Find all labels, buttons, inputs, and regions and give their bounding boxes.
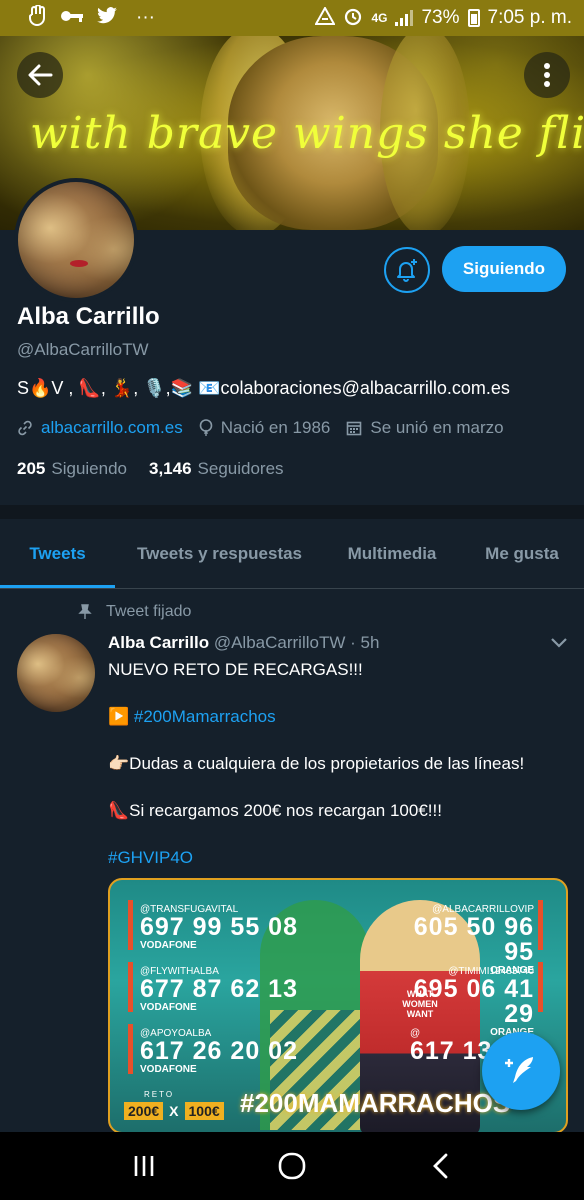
media-number: 697 99 55 08 (140, 913, 298, 941)
media-operator: VODAFONE (140, 1002, 197, 1013)
alarm-icon (343, 6, 363, 30)
battery-percent: 73% (421, 7, 460, 28)
profile-stats: 205 Siguiendo 3,146 Seguidores (17, 459, 284, 479)
system-navigation-bar (0, 1132, 584, 1200)
avatar-hair (18, 182, 134, 298)
media-number: 695 06 41 29 (413, 975, 534, 1028)
following-count: 205 (17, 459, 46, 478)
twitter-icon (96, 7, 118, 29)
profile-avatar[interactable] (14, 178, 138, 302)
back-chevron-icon (433, 1153, 448, 1179)
bell-plus-icon (397, 259, 417, 282)
followers-stat[interactable]: 3,146 Seguidores (149, 459, 284, 479)
more-options-button[interactable] (524, 52, 570, 98)
media-number: 677 87 62 13 (140, 975, 298, 1003)
website-link[interactable]: albacarrillo.com.es (41, 418, 183, 438)
promo-amount-a: 200€ (124, 1102, 164, 1120)
media-bar (128, 962, 133, 1012)
link-icon (18, 420, 32, 436)
media-left-2: @FLYWITHALBA 677 87 62 13 VODAFONE (140, 966, 298, 1013)
tab-tweets[interactable]: Tweets (0, 519, 115, 588)
followers-count: 3,146 (149, 459, 192, 478)
feather-plus-icon (505, 1057, 533, 1083)
home-icon (278, 1152, 306, 1180)
birth-item: Nació en 1986 (199, 418, 331, 438)
clock: 7:05 p. m. (487, 7, 573, 28)
media-operator: VODAFONE (140, 1064, 197, 1075)
followers-label: Seguidores (197, 459, 284, 478)
signal-icon (395, 10, 414, 26)
pinned-text: Tweet fijado (106, 603, 192, 620)
tab-media[interactable]: Multimedia (324, 519, 460, 588)
tweet-time: 5h (360, 633, 380, 652)
media-operator: VODAFONE (140, 940, 197, 951)
key-icon (60, 9, 84, 27)
joined-text: Se unió en marzo (370, 418, 504, 437)
battery-icon (467, 9, 480, 27)
tweet-line-1: NUEVO RETO DE RECARGAS!!! (108, 660, 363, 679)
more-notifications-indicator: ··· (136, 7, 155, 28)
recent-apps-button[interactable] (114, 1141, 174, 1191)
following-button[interactable]: Siguiendo (442, 246, 566, 292)
home-button[interactable] (262, 1141, 322, 1191)
promo-x: X (169, 1103, 179, 1119)
media-number: 605 50 96 95 (413, 913, 534, 966)
tweet-line-3: 👉🏻Dudas a cualquiera de los propietarios… (108, 754, 525, 773)
tweet-hashtag[interactable]: #GHVIP4O (108, 848, 193, 868)
notifications-bell-button[interactable] (384, 247, 430, 293)
following-stat[interactable]: 205 Siguiendo (17, 459, 127, 479)
balloon-icon (199, 419, 213, 436)
media-bar (128, 900, 133, 950)
calendar-icon (347, 421, 362, 436)
following-label: Siguiendo (51, 459, 127, 478)
profile-meta: albacarrillo.com.es Nació en 1986 Se uni… (17, 418, 520, 438)
media-number: 617 26 20 02 (140, 1037, 298, 1065)
tweet-line-2[interactable]: ▶️ #200Mamarrachos (108, 707, 276, 727)
joined-item: Se unió en marzo (346, 418, 504, 438)
media-bar (538, 962, 543, 1012)
section-divider (0, 505, 584, 519)
profile-tabs: Tweets Tweets y respuestas Multimedia Me… (0, 519, 584, 589)
tab-likes[interactable]: Me gusta (460, 519, 584, 588)
tweet-menu-button[interactable] (550, 636, 568, 654)
back-button[interactable] (17, 52, 63, 98)
tweet-handle: @AlbaCarrilloTW (213, 633, 346, 652)
media-bar (538, 900, 543, 950)
pinned-label: Tweet fijado (78, 603, 191, 621)
tweet-dot: · (350, 633, 356, 652)
tweet-avatar[interactable] (17, 634, 95, 712)
system-back-button[interactable] (410, 1141, 470, 1191)
tweet-header: Alba Carrillo @AlbaCarrilloTW · 5h (108, 633, 379, 653)
avatar-lips (70, 260, 88, 267)
recent-apps-icon (134, 1156, 154, 1176)
profile-bio: S🔥V , 👠, 💃, 🎙️,📚 📧colaboraciones@albacar… (17, 378, 510, 398)
profile-name: Alba Carrillo (17, 303, 160, 330)
tab-tweets-replies[interactable]: Tweets y respuestas (115, 519, 324, 588)
media-promo: 200€ X 100€ (124, 1102, 224, 1120)
promo-amount-b: 100€ (184, 1102, 224, 1120)
tweet-avatar-hair (17, 634, 95, 712)
profile-handle: @AlbaCarrilloTW (17, 340, 149, 359)
media-hashtag: #200MAMARRACHOS (240, 1088, 511, 1118)
pin-icon (78, 604, 92, 619)
media-left-3: @APOYOALBA 617 26 20 02 VODAFONE (140, 1028, 298, 1075)
website-item[interactable]: albacarrillo.com.es (17, 418, 183, 438)
tweet-line-4: 👠Si recargamos 200€ nos recargan 100€!!! (108, 801, 442, 820)
chevron-down-icon (551, 638, 567, 648)
birth-text: Nació en 1986 (220, 418, 331, 437)
hand-icon (28, 4, 48, 31)
data-saver-icon (314, 5, 337, 29)
media-bar (128, 1024, 133, 1074)
media-left-1: @TRANSFUGAVITAL 697 99 55 08 VODAFONE (140, 904, 298, 951)
banner-text: with brave wings she flies (30, 108, 584, 159)
compose-tweet-button[interactable] (482, 1032, 560, 1110)
media-reto: RETO (144, 1090, 175, 1099)
tweet-author[interactable]: Alba Carrillo (108, 633, 209, 652)
status-bar: ··· 4G 73% 7:05 p. m. (0, 0, 584, 36)
network-type: 4G (371, 11, 388, 25)
arrow-left-icon (28, 64, 53, 86)
more-vertical-icon (544, 63, 550, 87)
